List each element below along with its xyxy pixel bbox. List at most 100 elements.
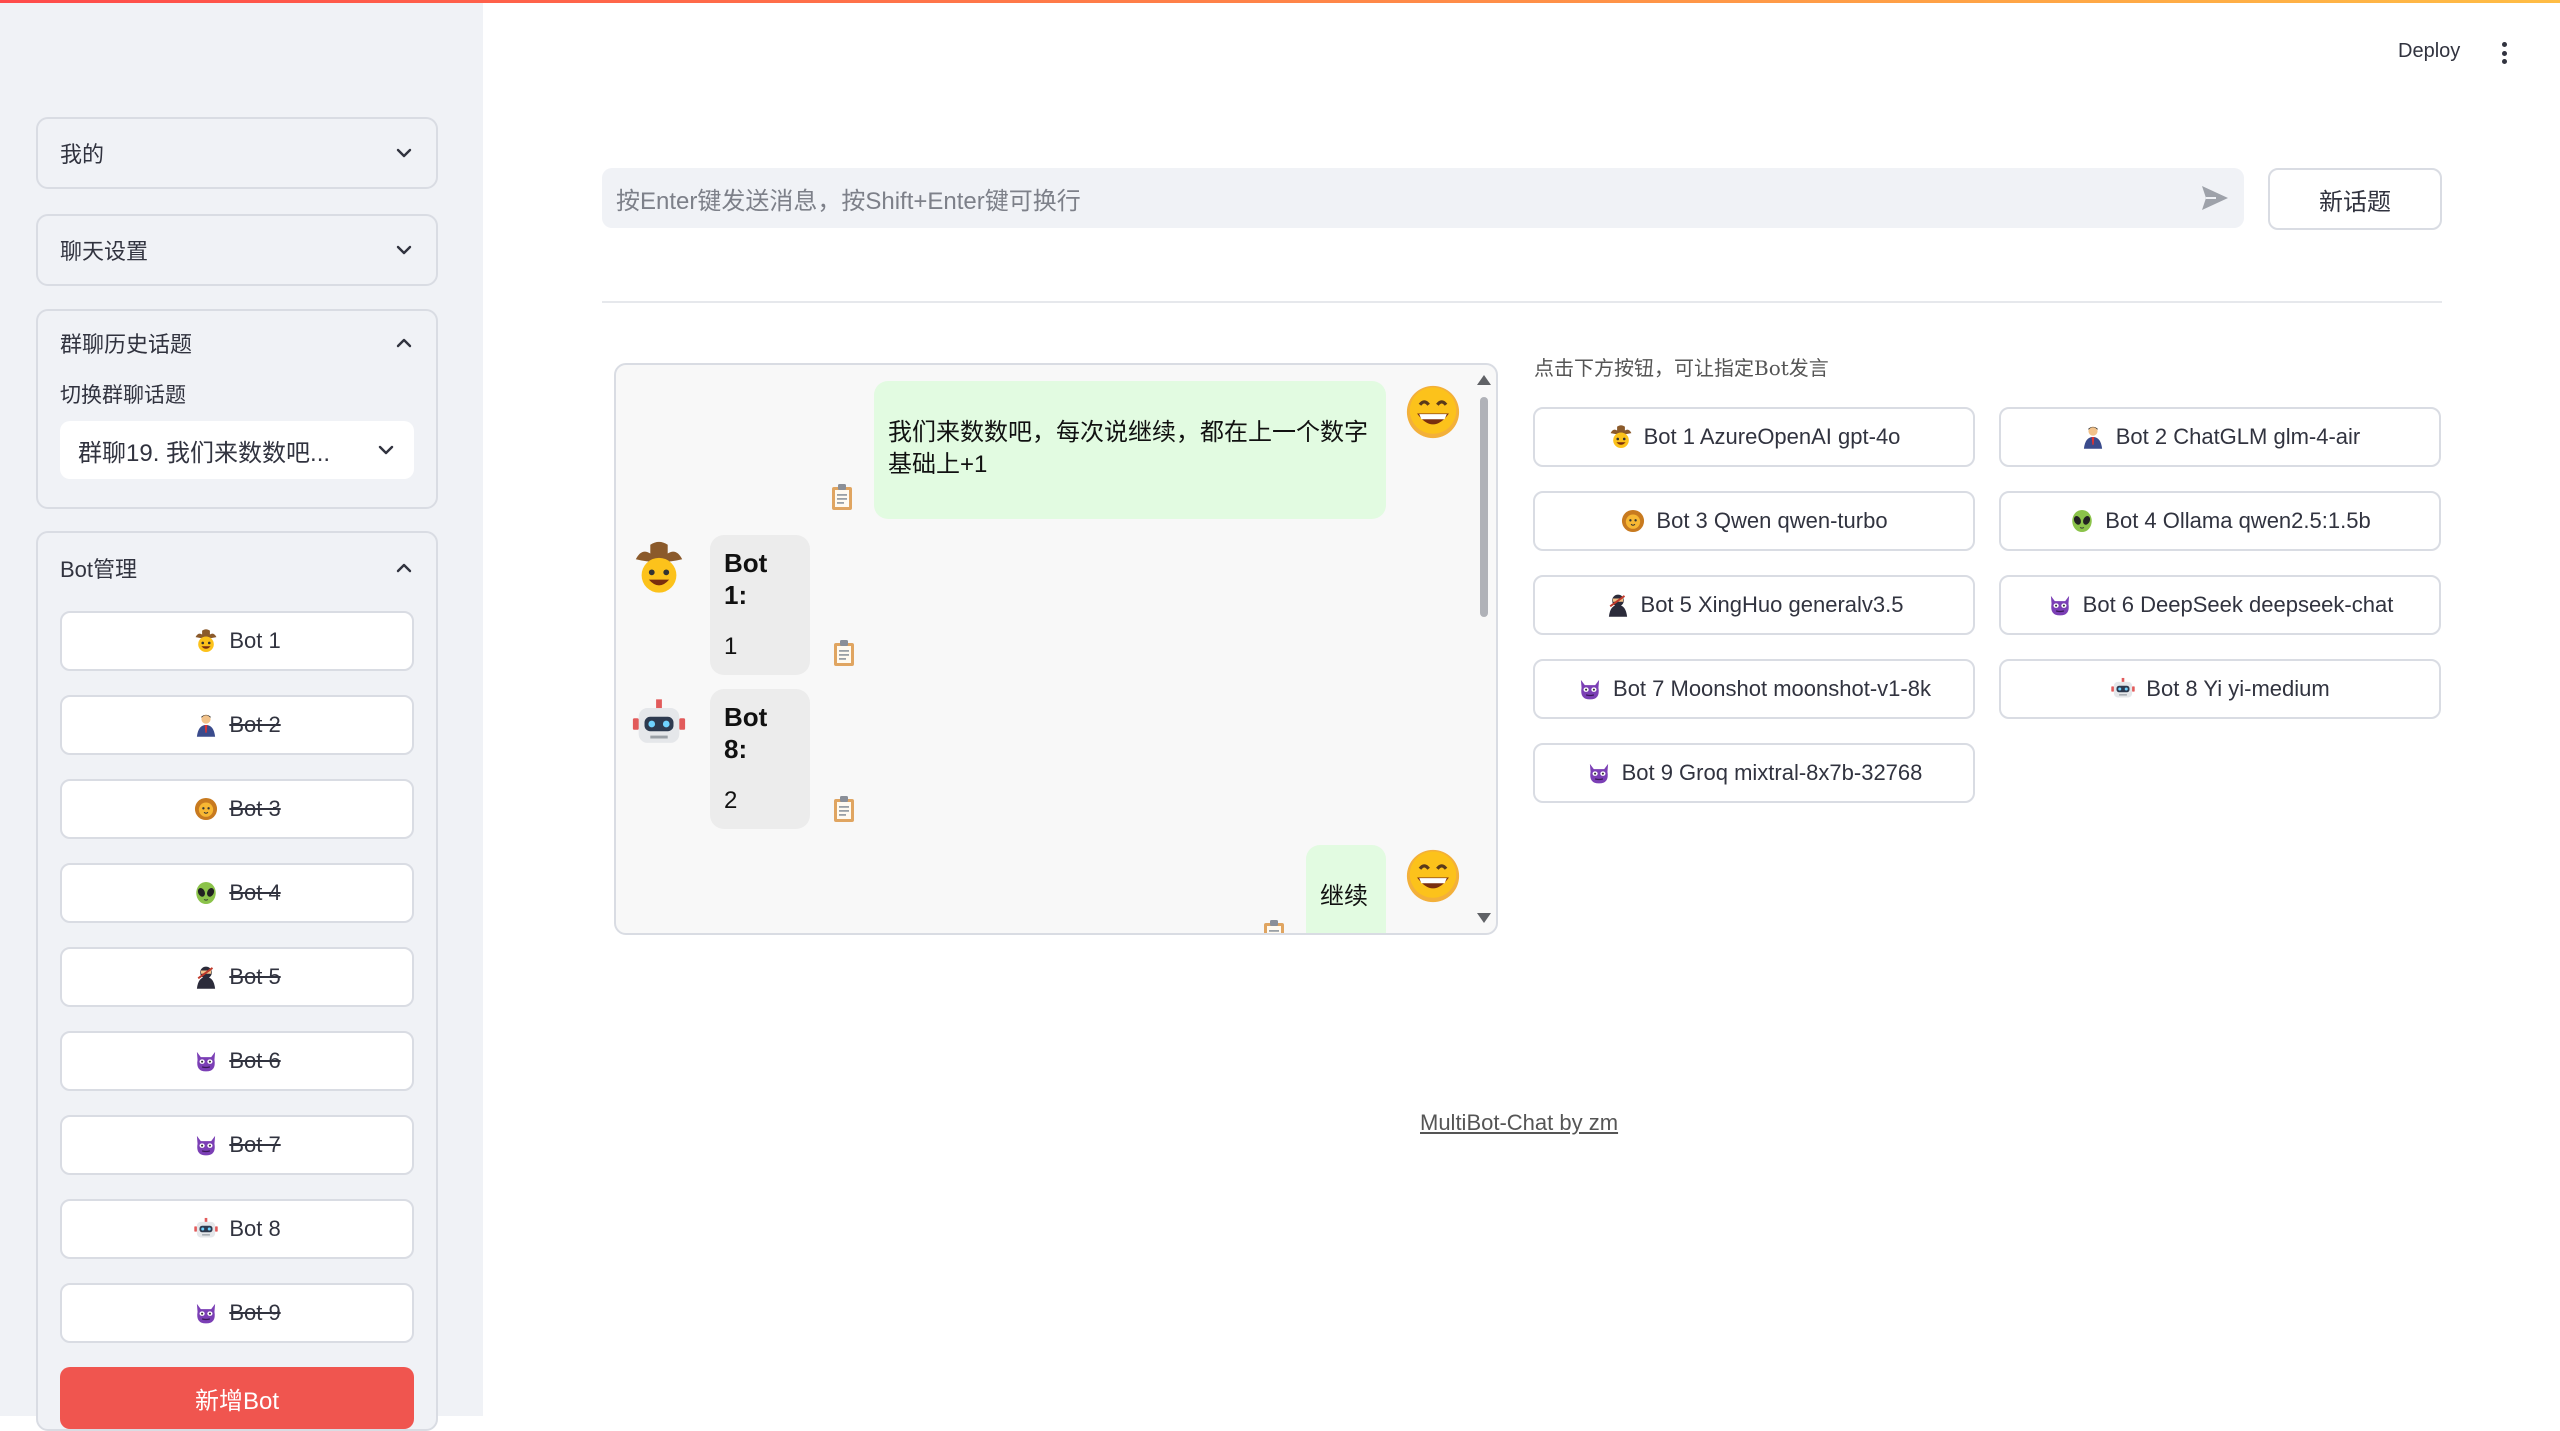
sidebar-bot-label: Bot 1	[229, 628, 281, 653]
chat-history-panel[interactable]: 我们来数数吧，每次说继续，都在上一个数字基础上+1 Bot 1: 1 Bot 8…	[614, 363, 1498, 935]
cowboy-icon	[1608, 424, 1634, 450]
ninja-icon	[1605, 592, 1631, 618]
chevron-down-icon	[394, 240, 414, 260]
chevron-down-icon	[394, 143, 414, 163]
bot-message: Bot 1: 1	[710, 535, 810, 675]
purple-devil-icon	[1586, 760, 1612, 786]
chevron-up-icon	[394, 333, 414, 353]
send-icon[interactable]	[2200, 184, 2230, 212]
alien-icon	[2069, 508, 2095, 534]
expander-history-header[interactable]: 群聊历史话题	[38, 311, 436, 375]
speak-bot-9-button[interactable]: Bot 9 Groq mixtral-8x7b-32768	[1533, 743, 1975, 803]
bot-message-name: Bot 1:	[724, 548, 768, 610]
bot-message: Bot 8: 2	[710, 689, 810, 829]
sidebar-bot-5-button[interactable]: Bot 5	[60, 947, 414, 1007]
robot-icon	[2110, 676, 2136, 702]
speak-bot-label: Bot 7 Moonshot moonshot-v1-8k	[1613, 676, 1931, 701]
chat-scrollbar[interactable]	[1476, 373, 1492, 925]
ninja-icon	[193, 964, 219, 990]
new-topic-button[interactable]: 新话题	[2268, 168, 2442, 230]
sidebar-bot-label: Bot 3	[229, 796, 281, 821]
speak-bot-5-button[interactable]: Bot 5 XingHuo generalv3.5	[1533, 575, 1975, 635]
copy-clipboard-icon[interactable]	[832, 795, 856, 823]
add-bot-button[interactable]: 新增Bot	[60, 1367, 414, 1429]
lion-icon	[193, 796, 219, 822]
cowboy-icon	[193, 628, 219, 654]
topic-select[interactable]: 群聊19. 我们来数数吧...	[60, 421, 414, 479]
expander-history-label: 群聊历史话题	[60, 332, 193, 357]
expander-bot-manage-header[interactable]: Bot管理	[38, 533, 436, 603]
divider	[602, 301, 2442, 303]
sidebar-bot-7-button[interactable]: Bot 7	[60, 1115, 414, 1175]
speak-bot-3-button[interactable]: Bot 3 Qwen qwen-turbo	[1533, 491, 1975, 551]
expander-history: 群聊历史话题 切换群聊话题 群聊19. 我们来数数吧...	[36, 309, 438, 509]
sidebar-bot-label: Bot 7	[229, 1132, 281, 1157]
scroll-up-arrow-icon[interactable]	[1477, 375, 1491, 385]
expander-bot-manage-label: Bot管理	[60, 557, 138, 582]
lion-icon	[1620, 508, 1646, 534]
speak-bot-label: Bot 9 Groq mixtral-8x7b-32768	[1621, 760, 1923, 785]
businessman-icon	[2080, 424, 2106, 450]
bot-message-text: 2	[724, 787, 738, 814]
alien-icon	[193, 880, 219, 906]
purple-devil-icon	[193, 1048, 219, 1074]
speak-bot-label: Bot 5 XingHuo generalv3.5	[1640, 592, 1904, 617]
copy-clipboard-icon[interactable]	[830, 483, 854, 511]
chevron-down-icon	[376, 440, 396, 460]
bot-message-text: 1	[724, 633, 738, 660]
purple-devil-icon	[193, 1132, 219, 1158]
sidebar-bot-3-button[interactable]: Bot 3	[60, 779, 414, 839]
sidebar-bot-9-button[interactable]: Bot 9	[60, 1283, 414, 1343]
scroll-thumb[interactable]	[1480, 397, 1488, 617]
speak-bot-4-button[interactable]: Bot 4 Ollama qwen2.5:1.5b	[1999, 491, 2441, 551]
user-message: 继续	[1306, 845, 1386, 933]
footer-link[interactable]: MultiBot-Chat by zm	[1420, 1110, 1618, 1136]
speak-bot-label: Bot 6 DeepSeek deepseek-chat	[2082, 592, 2394, 617]
speak-bot-6-button[interactable]: Bot 6 DeepSeek deepseek-chat	[1999, 575, 2441, 635]
businessman-icon	[193, 712, 219, 738]
user-message-text: 继续	[1320, 883, 1368, 910]
speak-bot-label: Bot 4 Ollama qwen2.5:1.5b	[2105, 508, 2371, 533]
speak-bot-8-button[interactable]: Bot 8 Yi yi-medium	[1999, 659, 2441, 719]
sidebar-bot-2-button[interactable]: Bot 2	[60, 695, 414, 755]
expander-mine[interactable]: 我的	[36, 117, 438, 189]
switch-topic-label: 切换群聊话题	[60, 384, 186, 407]
speak-bot-label: Bot 8 Yi yi-medium	[2146, 676, 2330, 701]
speak-bot-1-button[interactable]: Bot 1 AzureOpenAI gpt-4o	[1533, 407, 1975, 467]
robot-icon	[193, 1216, 219, 1242]
chat-input[interactable]: 按Enter键发送消息，按Shift+Enter键可换行	[602, 168, 2244, 228]
chevron-up-icon	[394, 558, 414, 578]
expander-bot-manage: Bot管理 Bot 1 Bot 2 Bot 3 Bot 4 Bot 5 Bot …	[36, 531, 438, 1431]
scroll-down-arrow-icon[interactable]	[1477, 913, 1491, 923]
expander-chat-settings-label: 聊天设置	[60, 239, 149, 264]
speak-bot-2-button[interactable]: Bot 2 ChatGLM glm-4-air	[1999, 407, 2441, 467]
speak-bot-label: Bot 2 ChatGLM glm-4-air	[2115, 424, 2361, 449]
copy-clipboard-icon[interactable]	[1262, 919, 1286, 935]
sidebar-bot-4-button[interactable]: Bot 4	[60, 863, 414, 923]
sidebar-bot-6-button[interactable]: Bot 6	[60, 1031, 414, 1091]
sidebar: 我的 聊天设置 群聊历史话题 切换群聊话题 群聊19. 我们来数数吧... Bo…	[0, 3, 483, 1431]
bot-message-name: Bot 8:	[724, 702, 768, 764]
sidebar-bot-label: Bot 2	[229, 712, 281, 737]
speak-bot-label: Bot 1 AzureOpenAI gpt-4o	[1643, 424, 1901, 449]
main-menu-icon[interactable]	[2494, 38, 2514, 68]
sidebar-bot-label: Bot 5	[229, 964, 281, 989]
copy-clipboard-icon[interactable]	[832, 639, 856, 667]
sidebar-bot-label: Bot 9	[229, 1300, 281, 1325]
purple-devil-icon	[1577, 676, 1603, 702]
sidebar-bot-1-button[interactable]: Bot 1	[60, 611, 414, 671]
cowboy-icon	[630, 539, 688, 597]
topic-select-value: 群聊19. 我们来数数吧...	[78, 439, 331, 467]
sidebar-bot-8-button[interactable]: Bot 8	[60, 1199, 414, 1259]
grinning-face-icon	[1404, 383, 1462, 441]
bot-select-hint: 点击下方按钮，可让指定Bot发言	[1534, 356, 1829, 380]
speak-bot-7-button[interactable]: Bot 7 Moonshot moonshot-v1-8k	[1533, 659, 1975, 719]
user-message-text: 我们来数数吧，每次说继续，都在上一个数字基础上+1	[888, 419, 1368, 478]
purple-devil-icon	[2047, 592, 2073, 618]
user-message: 我们来数数吧，每次说继续，都在上一个数字基础上+1	[874, 381, 1386, 519]
expander-chat-settings[interactable]: 聊天设置	[36, 214, 438, 286]
robot-icon	[630, 695, 688, 753]
purple-devil-icon	[193, 1300, 219, 1326]
deploy-button[interactable]: Deploy	[2398, 40, 2460, 63]
chat-input-placeholder: 按Enter键发送消息，按Shift+Enter键可换行	[616, 187, 1081, 215]
